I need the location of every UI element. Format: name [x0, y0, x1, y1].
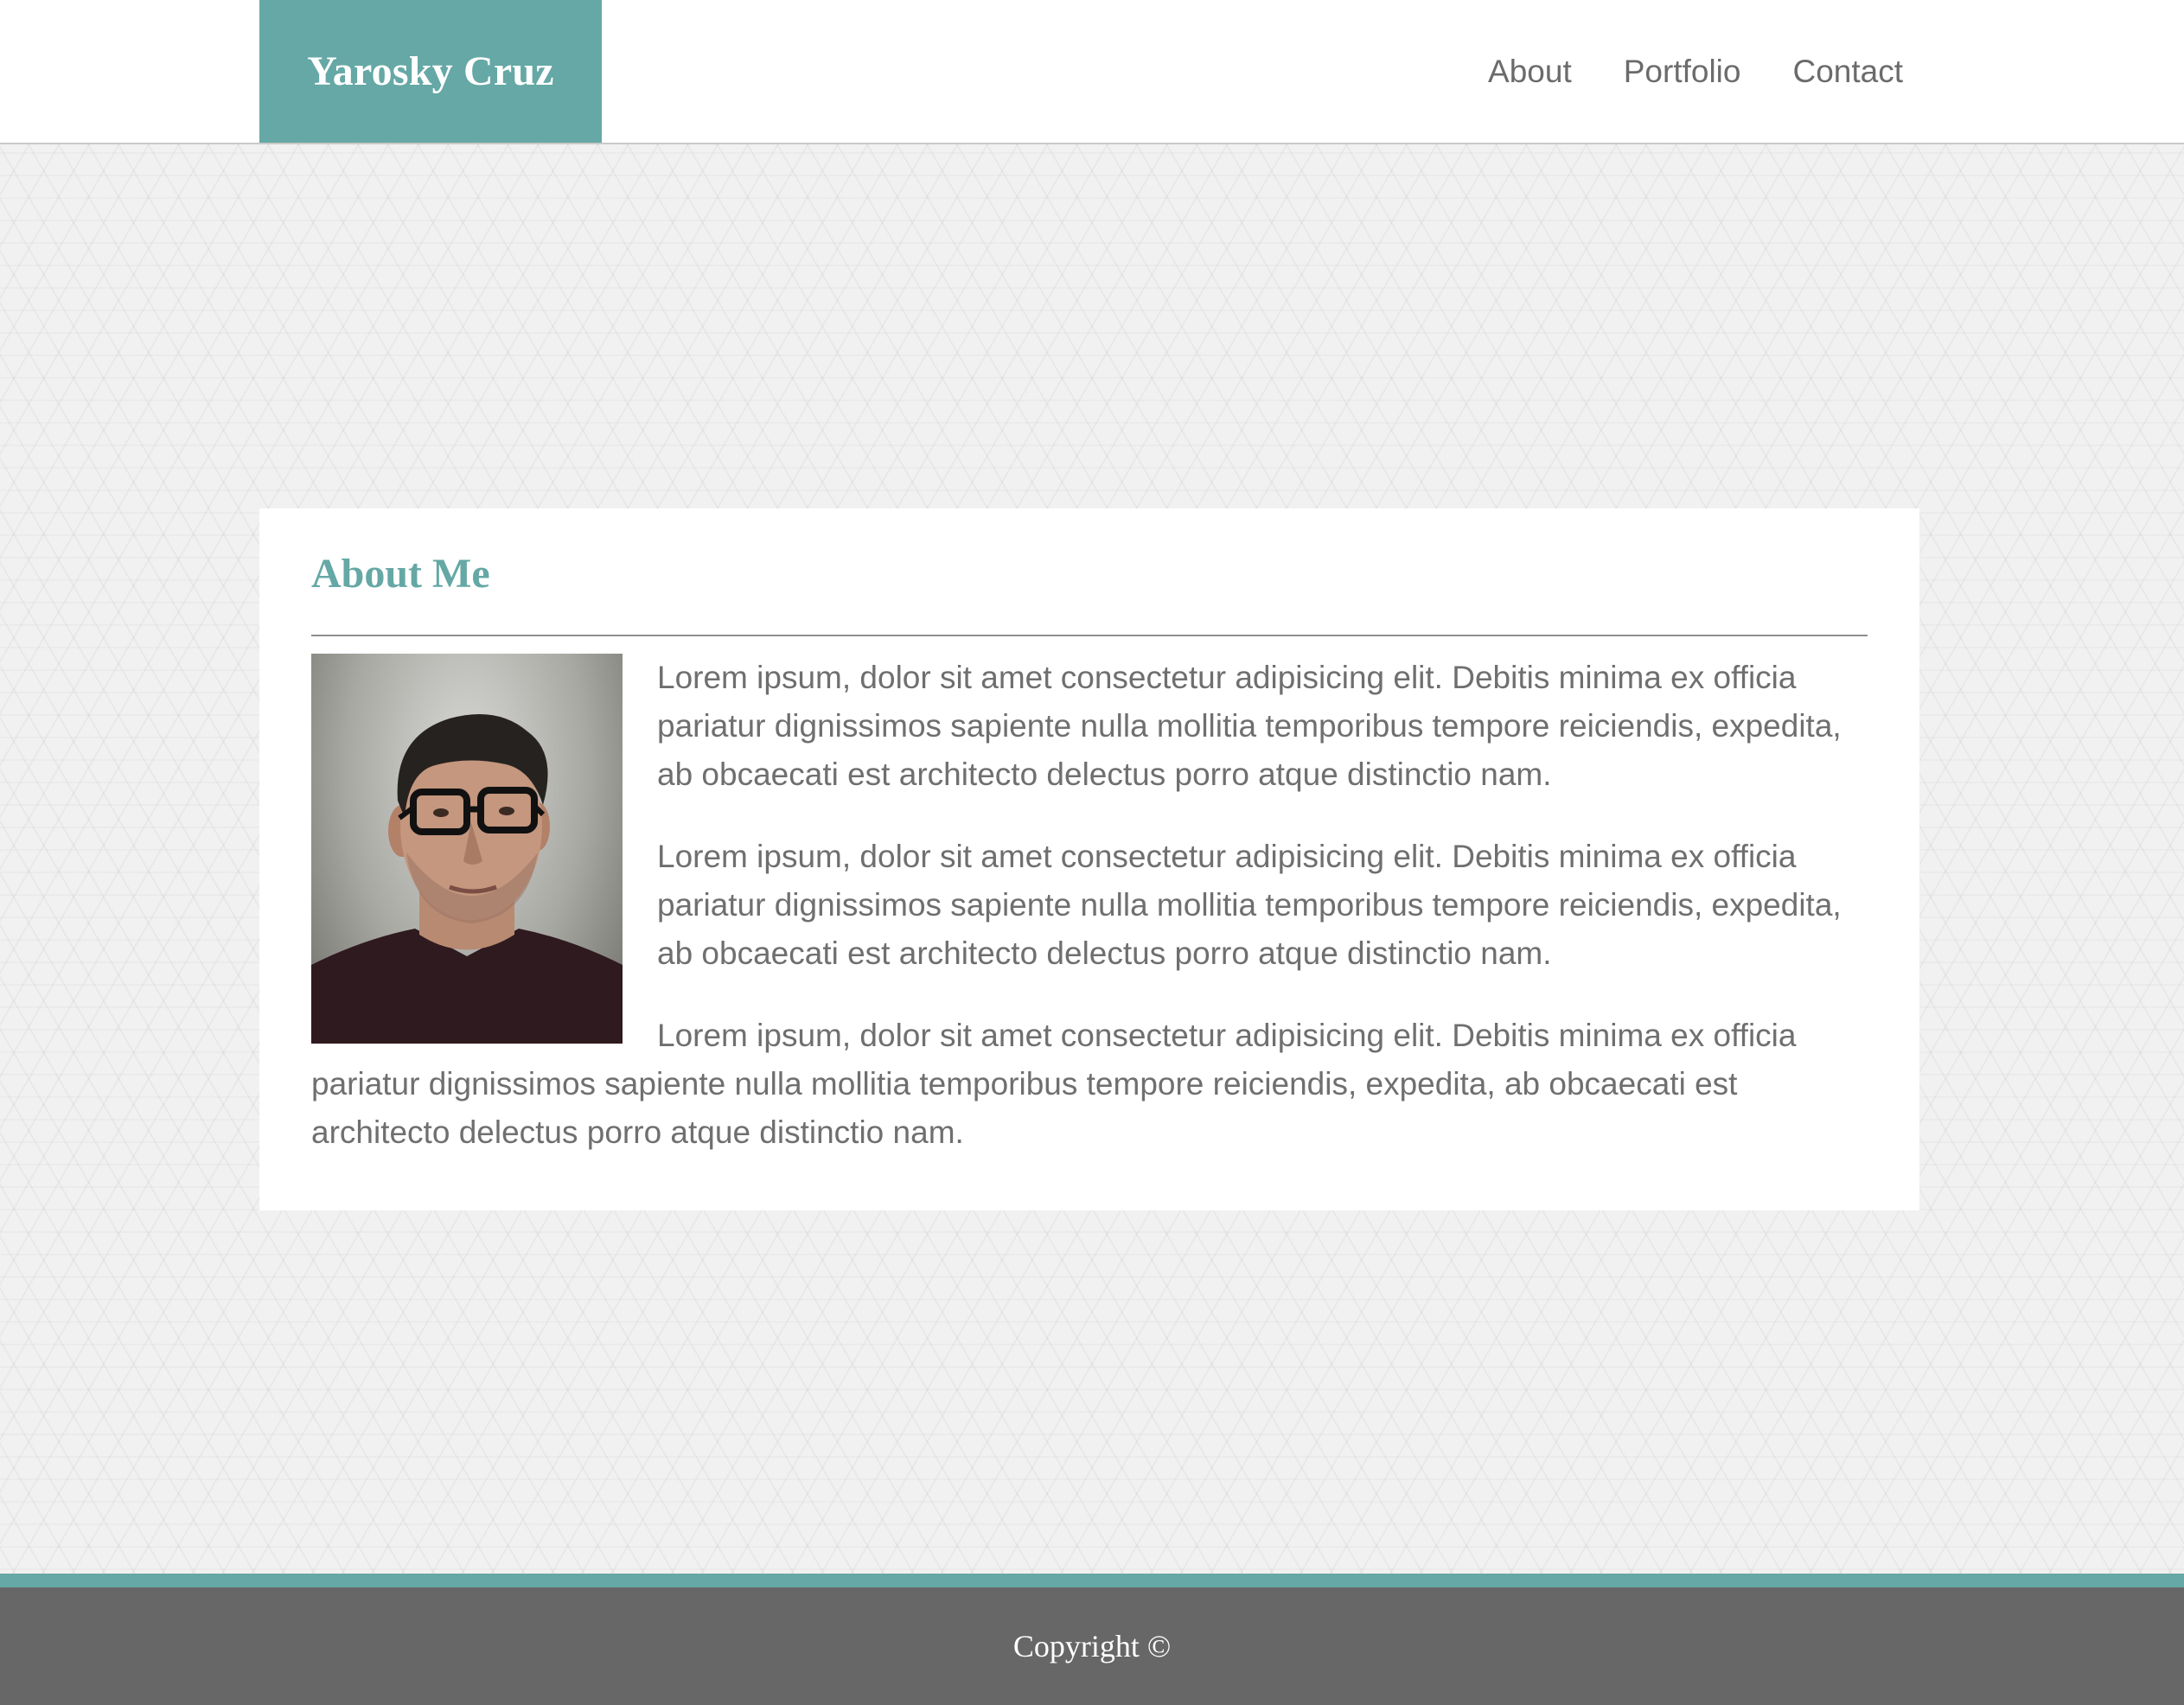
- profile-photo: [311, 654, 623, 1044]
- section-title: About Me: [311, 551, 490, 597]
- nav-link-contact[interactable]: Contact: [1792, 54, 1903, 90]
- nav-link-about[interactable]: About: [1488, 54, 1572, 90]
- main-nav: About Portfolio Contact: [1488, 0, 1903, 143]
- copyright-text: Copyright ©: [1012, 1629, 1172, 1663]
- site-footer: Copyright ©: [0, 1587, 2184, 1705]
- nav-link-portfolio[interactable]: Portfolio: [1624, 54, 1741, 90]
- footer-accent-stripe: [0, 1574, 2184, 1587]
- section-divider: [311, 635, 1868, 636]
- portrait-illustration: [311, 714, 623, 1044]
- brand-name: Yarosky Cruz: [307, 48, 554, 94]
- site-header: Yarosky Cruz About Portfolio Contact: [0, 0, 2184, 144]
- about-body: Lorem ipsum, dolor sit amet consectetur …: [311, 654, 1868, 1157]
- about-card: About Me Lorem ipsum, dolor sit amet con…: [259, 508, 1919, 1210]
- brand-logo-link[interactable]: Yarosky Cruz: [259, 0, 602, 143]
